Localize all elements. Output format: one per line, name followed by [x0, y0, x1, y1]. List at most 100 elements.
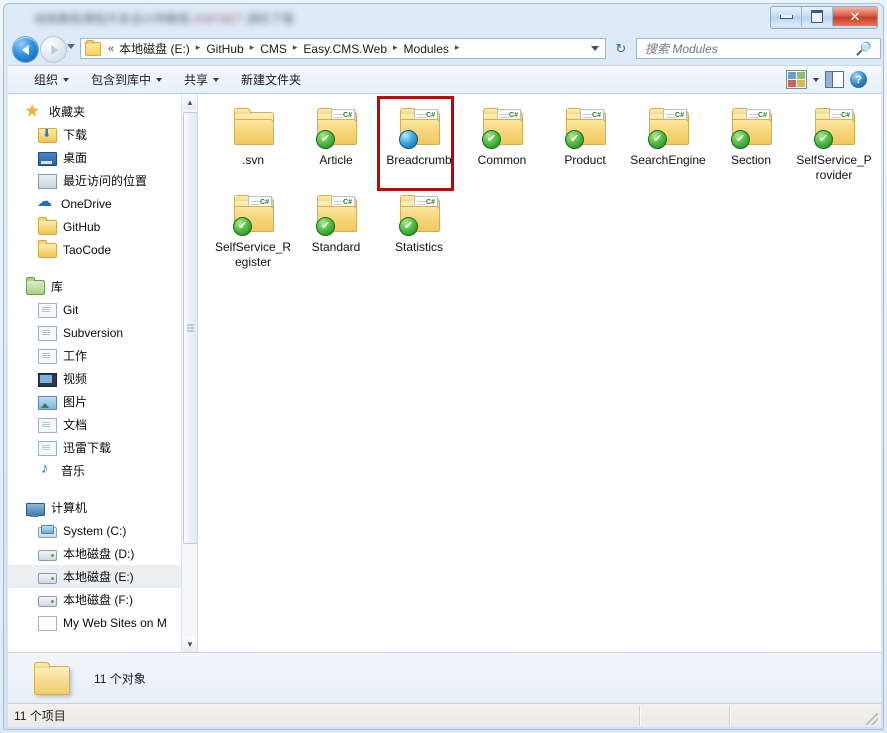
scroll-up-arrow-icon[interactable]: ▲: [182, 94, 197, 110]
maximize-button[interactable]: [802, 7, 833, 26]
file-list-pane[interactable]: .svn C# ✔ Article C# Breadcrumb C# ✔ Com…: [198, 94, 881, 652]
svn-check-icon: ✔: [233, 217, 252, 236]
breadcrumb-item-4[interactable]: Modules: [402, 40, 451, 58]
file-item-label: SearchEngine: [630, 153, 706, 167]
sidebar-item-documents[interactable]: 文档: [8, 413, 197, 436]
sidebar-item-taocode[interactable]: TaoCode: [8, 238, 197, 261]
file-item-product[interactable]: C# ✔ Product: [544, 100, 626, 187]
forward-button[interactable]: [40, 36, 67, 63]
folder-icon-svn-modified: C#: [394, 106, 444, 150]
doclib-icon: [38, 441, 57, 456]
sidebar-item-pictures[interactable]: 图片: [8, 390, 197, 413]
file-item-statistics[interactable]: C# ✔ Statistics: [378, 187, 460, 274]
preview-pane-icon[interactable]: [825, 71, 844, 88]
minimize-button[interactable]: [771, 7, 802, 26]
file-item-selfservice-register[interactable]: C# ✔ SelfService_Register: [212, 187, 294, 274]
svn-locked-icon: [399, 130, 418, 149]
nav-group-favorites: 收藏夹 下载 桌面 最近访问的位置: [8, 100, 197, 261]
breadcrumb-item-1[interactable]: GitHub: [204, 40, 245, 58]
search-box[interactable]: 搜索 Modules 🔎: [636, 38, 881, 59]
sidebar-item-videos-label: 视频: [63, 372, 88, 386]
toolbar-include-in-library-button[interactable]: 包含到库中: [83, 67, 170, 92]
file-item-common[interactable]: C# ✔ Common: [461, 100, 543, 187]
folder-icon-plain: [228, 106, 278, 150]
sidebar-item-drive-f[interactable]: 本地磁盘 (F:): [8, 588, 197, 611]
scrollbar-thumb[interactable]: [183, 112, 197, 544]
search-input[interactable]: 搜索 Modules: [637, 40, 718, 57]
refresh-button[interactable]: ↻: [610, 38, 632, 59]
title-bar[interactable]: 视频教程课程开发设计师教程 ASP.NET 源码下载 ✕: [4, 4, 883, 32]
csharp-badge-icon: C#: [426, 199, 435, 206]
svn-check-icon: ✔: [814, 130, 833, 149]
details-object-count: 11 个对象: [94, 671, 146, 686]
breadcrumb-item-2[interactable]: CMS: [258, 40, 289, 58]
toolbar-include-in-library-label: 包含到库中: [91, 73, 152, 87]
svn-check-icon: ✔: [731, 130, 750, 149]
nav-header-libraries[interactable]: 库: [8, 275, 197, 298]
back-button[interactable]: [12, 36, 39, 63]
sidebar-item-git[interactable]: Git: [8, 298, 197, 321]
sidebar-item-github[interactable]: GitHub: [8, 215, 197, 238]
breadcrumb-item-0[interactable]: 本地磁盘 (E:): [117, 38, 192, 59]
breadcrumb-sep-2[interactable]: ▸: [289, 42, 302, 53]
file-item-selfservice-provider[interactable]: C# ✔ SelfService_Provider: [793, 100, 875, 187]
close-button[interactable]: ✕: [833, 7, 877, 26]
scroll-down-arrow-icon[interactable]: ▼: [182, 636, 197, 652]
sidebar-item-drive-e[interactable]: 本地磁盘 (E:): [8, 565, 197, 588]
recent-places-icon: [38, 174, 57, 189]
sidebar-item-recent-places[interactable]: 最近访问的位置: [8, 169, 197, 192]
sidebar-item-github-label: GitHub: [63, 219, 101, 234]
toolbar-organize-button[interactable]: 组织: [26, 67, 77, 92]
sidebar-item-drive-c[interactable]: System (C:): [8, 519, 197, 542]
close-icon: ✕: [849, 8, 861, 24]
sidebar-item-git-label: Git: [63, 302, 79, 317]
file-item-breadcrumb[interactable]: C# Breadcrumb: [378, 100, 460, 187]
breadcrumb-sep-1[interactable]: ▸: [246, 42, 259, 53]
sidebar-item-work-label: 工作: [63, 349, 88, 363]
sidebar-item-documents-label: 文档: [63, 418, 88, 432]
breadcrumb-sep-3[interactable]: ▸: [389, 42, 402, 53]
sidebar-item-videos[interactable]: 视频: [8, 367, 197, 390]
sidebar-item-work[interactable]: 工作: [8, 344, 197, 367]
toolbar-share-button[interactable]: 共享: [176, 67, 227, 92]
address-folder-icon: [85, 39, 101, 56]
sidebar-item-music[interactable]: 音乐: [8, 459, 197, 482]
sidebar-item-my-web-sites[interactable]: My Web Sites on M: [8, 611, 197, 634]
sidebar-item-desktop[interactable]: 桌面: [8, 146, 197, 169]
doclib-icon: [38, 349, 57, 364]
nav-header-libraries-label: 库: [51, 280, 64, 294]
help-icon[interactable]: ?: [850, 71, 867, 88]
breadcrumb-item-3[interactable]: Easy.CMS.Web: [301, 40, 389, 58]
sidebar-item-drive-c-label: System (C:): [63, 523, 127, 538]
resize-grip-icon[interactable]: [866, 713, 878, 725]
navigation-pane-scrollbar[interactable]: ▲ ▼: [181, 94, 197, 652]
csharp-badge-icon: C#: [343, 112, 352, 119]
sidebar-item-drive-e-label: 本地磁盘 (E:): [63, 570, 134, 584]
sidebar-item-downloads[interactable]: 下载: [8, 123, 197, 146]
window-controls[interactable]: ✕: [770, 6, 878, 29]
toolbar-new-folder-button[interactable]: 新建文件夹: [233, 67, 309, 92]
file-item-svn[interactable]: .svn: [212, 100, 294, 187]
file-item-section[interactable]: C# ✔ Section: [710, 100, 792, 187]
file-item-standard[interactable]: C# ✔ Standard: [295, 187, 377, 274]
file-item-searchengine[interactable]: C# ✔ SearchEngine: [627, 100, 709, 187]
sidebar-item-subversion[interactable]: Subversion: [8, 321, 197, 344]
nav-header-computer[interactable]: 计算机: [8, 496, 197, 519]
music-library-icon: [38, 460, 55, 479]
nav-header-favorites[interactable]: 收藏夹: [8, 100, 197, 123]
address-breadcrumb-bar[interactable]: « 本地磁盘 (E:) ▸ GitHub ▸ CMS ▸ Easy.CMS.We…: [80, 38, 606, 59]
explorer-window-root: 视频教程课程开发设计师教程 ASP.NET 源码下载 ✕ « 本地磁盘 (E:)…: [0, 0, 887, 733]
sidebar-item-recent-places-label: 最近访问的位置: [63, 174, 148, 188]
sidebar-item-onedrive[interactable]: OneDrive: [8, 192, 197, 215]
star-icon: [25, 101, 43, 121]
breadcrumb-sep-0[interactable]: ▸: [192, 42, 205, 53]
address-history-dropdown-icon[interactable]: [591, 46, 599, 51]
breadcrumb-overflow-icon[interactable]: «: [105, 43, 117, 55]
sidebar-item-thunder-downloads[interactable]: 迅雷下载: [8, 436, 197, 459]
recent-locations-dropdown-icon[interactable]: [67, 44, 75, 49]
file-item-article[interactable]: C# ✔ Article: [295, 100, 377, 187]
breadcrumb-sep-4[interactable]: ▸: [451, 42, 464, 53]
views-icon[interactable]: [786, 70, 807, 89]
sidebar-item-drive-d[interactable]: 本地磁盘 (D:): [8, 542, 197, 565]
views-chevron-down-icon[interactable]: [813, 77, 819, 82]
